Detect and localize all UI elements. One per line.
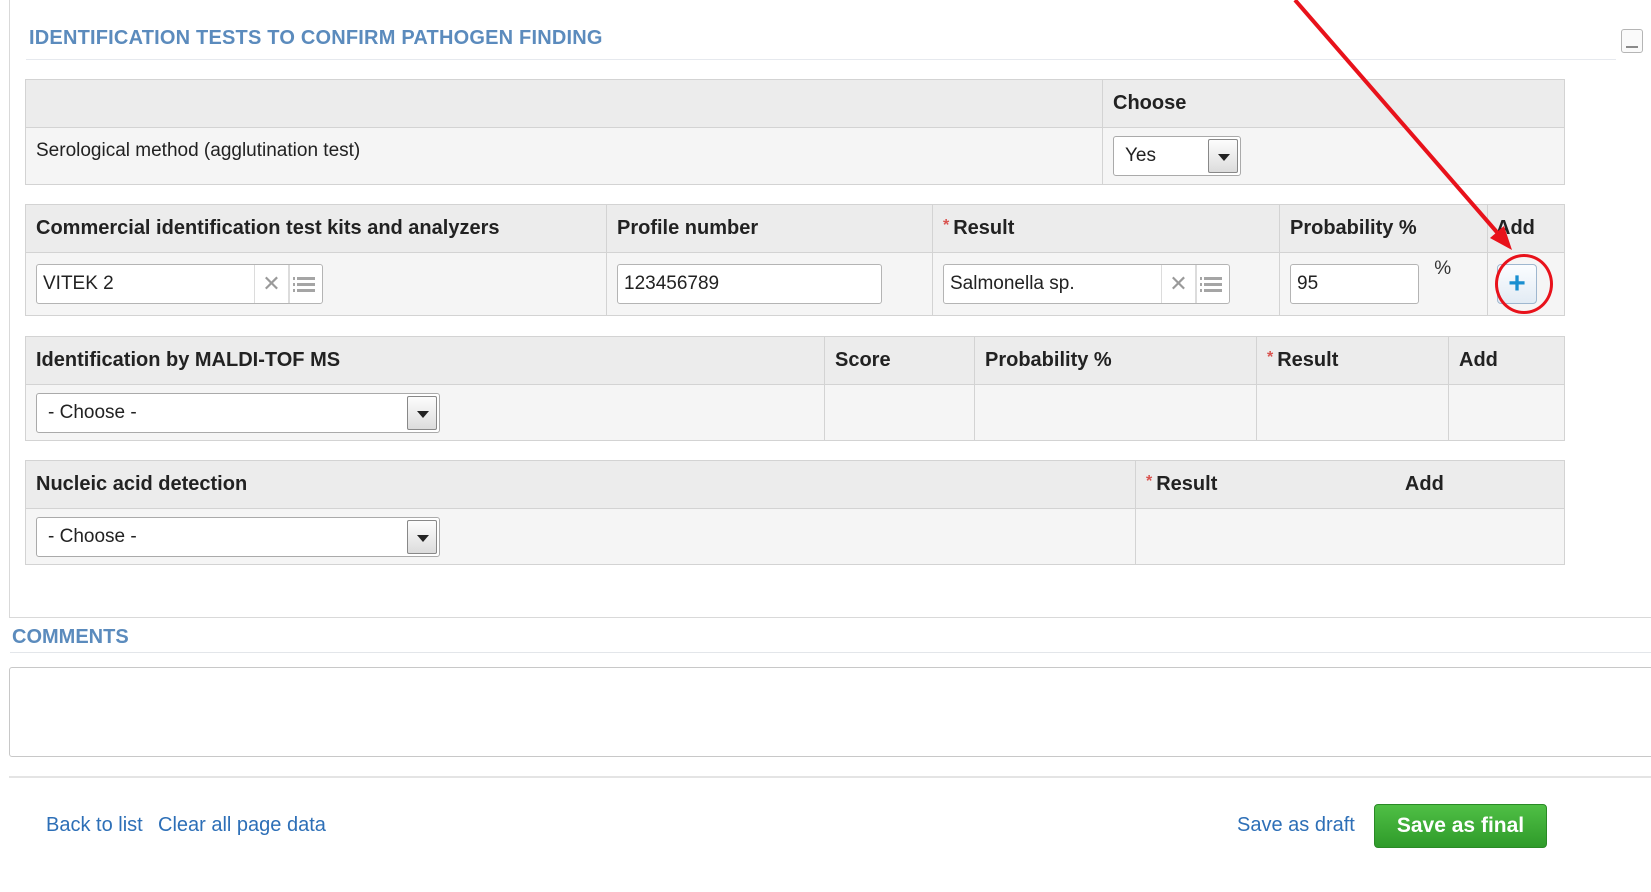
choose-header: Choose	[1102, 79, 1565, 128]
nucleic-choose-select[interactable]: - Choose -	[36, 516, 440, 557]
profile-number-input[interactable]: 123456789	[617, 264, 882, 304]
result-value: Salmonella sp.	[950, 273, 1075, 294]
maldi-header: Identification by MALDI-TOF MS	[25, 336, 825, 385]
chevron-down-icon[interactable]	[407, 519, 437, 554]
nucleic-result-add-header: * Result Add	[1135, 460, 1565, 509]
nucleic-result-cell	[1135, 508, 1565, 565]
comments-divider	[10, 652, 1651, 653]
collapse-section-button[interactable]	[1621, 29, 1643, 53]
probability-header: Probability %	[1279, 204, 1488, 253]
close-icon[interactable]: ✕	[1161, 265, 1195, 303]
back-to-list-link[interactable]: Back to list	[46, 814, 143, 837]
percent-label: %	[1434, 258, 1452, 279]
profile-number-value: 123456789	[624, 273, 720, 294]
nucleic-acid-table: Nucleic acid detection * Result Add - Cho…	[25, 460, 1565, 565]
comments-title: COMMENTS	[12, 626, 129, 648]
section-title: IDENTIFICATION TESTS TO CONFIRM PATHOGEN…	[29, 27, 603, 49]
result-header: * Result	[932, 204, 1280, 253]
maldi-probability-header: Probability %	[974, 336, 1257, 385]
probability-value: 95	[1297, 273, 1319, 294]
maldi-result-label: Result	[1277, 349, 1339, 371]
commercial-kits-table: Commercial identification test kits and …	[25, 204, 1565, 316]
chevron-down-icon[interactable]	[1208, 139, 1238, 173]
serological-choose-select[interactable]: Yes	[1113, 136, 1241, 176]
nucleic-result-label: Result	[1156, 473, 1218, 495]
save-as-draft-link[interactable]: Save as draft	[1237, 814, 1355, 837]
serological-method-label: Serological method (agglutination test)	[25, 127, 1103, 185]
list-icon[interactable]	[288, 265, 322, 303]
list-icon[interactable]	[1195, 265, 1229, 303]
close-icon[interactable]: ✕	[254, 265, 288, 303]
kits-header: Commercial identification test kits and …	[25, 204, 607, 253]
serological-empty-header	[25, 79, 1103, 128]
kit-combobox[interactable]: VITEK 2 ✕	[36, 264, 323, 304]
maldi-table: Identification by MALDI-TOF MS Score Pro…	[25, 336, 1565, 441]
maldi-choose-select[interactable]: - Choose -	[36, 392, 440, 433]
result-header-label: Result	[953, 217, 1015, 239]
serological-table: Choose Serological method (agglutination…	[25, 79, 1565, 185]
maldi-add-cell	[1448, 384, 1565, 441]
required-mark: *	[1146, 473, 1153, 490]
probability-input[interactable]: 95	[1290, 264, 1419, 304]
score-cell	[824, 384, 975, 441]
maldi-probability-cell	[974, 384, 1257, 441]
chevron-down-icon[interactable]	[407, 395, 437, 430]
comments-textarea[interactable]	[9, 667, 1651, 757]
maldi-result-cell	[1256, 384, 1449, 441]
clear-all-link[interactable]: Clear all page data	[158, 814, 326, 837]
maldi-choose-value: - Choose -	[48, 401, 137, 423]
score-header: Score	[824, 336, 975, 385]
maldi-result-header: * Result	[1256, 336, 1449, 385]
kit-value: VITEK 2	[43, 273, 114, 294]
add-header: Add	[1487, 204, 1565, 253]
maldi-add-header: Add	[1448, 336, 1565, 385]
nucleic-add-label: Add	[1404, 473, 1444, 495]
required-mark: *	[1267, 349, 1274, 366]
footer-divider	[9, 776, 1651, 778]
section-divider	[26, 59, 1616, 60]
result-combobox[interactable]: Salmonella sp. ✕	[943, 264, 1230, 304]
nucleic-choose-value: - Choose -	[48, 525, 137, 547]
profile-number-header: Profile number	[606, 204, 933, 253]
serological-choose-value: Yes	[1125, 145, 1156, 166]
required-mark: *	[943, 217, 950, 234]
save-as-final-button[interactable]: Save as final	[1374, 804, 1547, 848]
annotation-circle	[1495, 254, 1553, 314]
nucleic-acid-header: Nucleic acid detection	[25, 460, 1136, 509]
